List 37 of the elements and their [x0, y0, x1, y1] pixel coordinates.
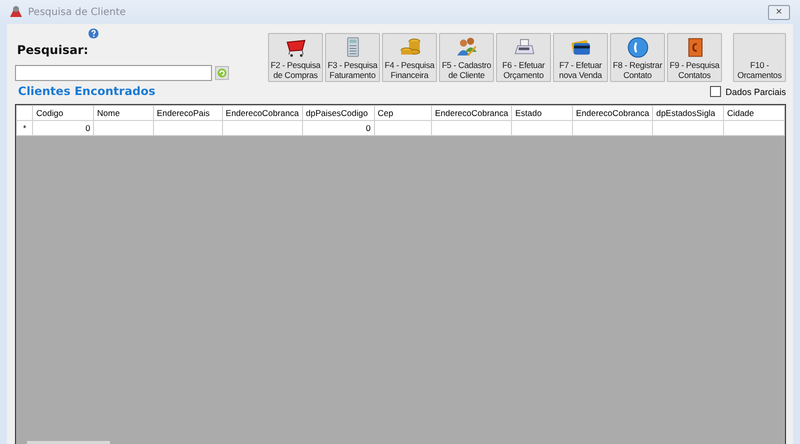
- window-title: Pesquisa de Cliente: [28, 6, 126, 18]
- people-icon: [454, 36, 478, 59]
- close-button[interactable]: ×: [768, 4, 790, 20]
- refresh-icon: [217, 68, 227, 78]
- column-header[interactable]: Nome: [94, 106, 154, 120]
- phone-icon: [626, 36, 650, 59]
- column-header[interactable]: dpPaisesCodigo: [302, 106, 374, 120]
- row-marker: *: [16, 120, 33, 136]
- checkbox[interactable]: [710, 86, 722, 97]
- toolbar-button[interactable]: F10 - Orcamentos: [733, 33, 786, 82]
- column-header[interactable]: dpEstadosSigla: [652, 106, 724, 120]
- search-button[interactable]: [215, 66, 229, 80]
- column-header[interactable]: Codigo: [32, 106, 94, 120]
- toolbar-button[interactable]: F8 - Registrar Contato: [610, 33, 665, 82]
- column-header[interactable]: Cep: [374, 106, 432, 120]
- scrollbar-thumb[interactable]: [27, 441, 110, 444]
- column-header[interactable]: Cidade: [724, 106, 784, 120]
- table-cell: 0: [302, 120, 374, 136]
- section-title: Clientes Encontrados: [18, 84, 156, 98]
- column-header[interactable]: Estado: [512, 106, 572, 120]
- column-header[interactable]: EnderecoCobranca: [431, 106, 512, 120]
- search-label: Pesquisar:: [17, 43, 90, 57]
- app-icon: [8, 5, 24, 19]
- toolbar-button[interactable]: F6 - Efetuar Orçamento: [496, 33, 551, 82]
- search-field[interactable]: [15, 65, 212, 81]
- toolbar-button[interactable]: F7 - Efetuar nova Venda: [553, 33, 608, 82]
- toolbar-button[interactable]: F3 - Pesquisa Faturamento: [325, 33, 380, 82]
- help-icon[interactable]: [88, 28, 99, 39]
- toolbar-button[interactable]: F2 - Pesquisa de Compras: [268, 33, 323, 82]
- toolbar-button[interactable]: F5 - Cadastro de Cliente: [439, 33, 494, 82]
- column-header[interactable]: EnderecoCobranca: [572, 106, 653, 120]
- toolbar-button[interactable]: F4 - Pesquisa Financeira: [382, 33, 437, 82]
- checkbox-label: Dados Parciais: [725, 86, 786, 96]
- column-header[interactable]: EnderecoCobranca: [222, 106, 302, 120]
- column-header[interactable]: EnderecoPais: [153, 106, 222, 120]
- table-cell: 0: [32, 120, 94, 136]
- toolbar-button[interactable]: F9 - Pesquisa Contatos: [667, 33, 722, 82]
